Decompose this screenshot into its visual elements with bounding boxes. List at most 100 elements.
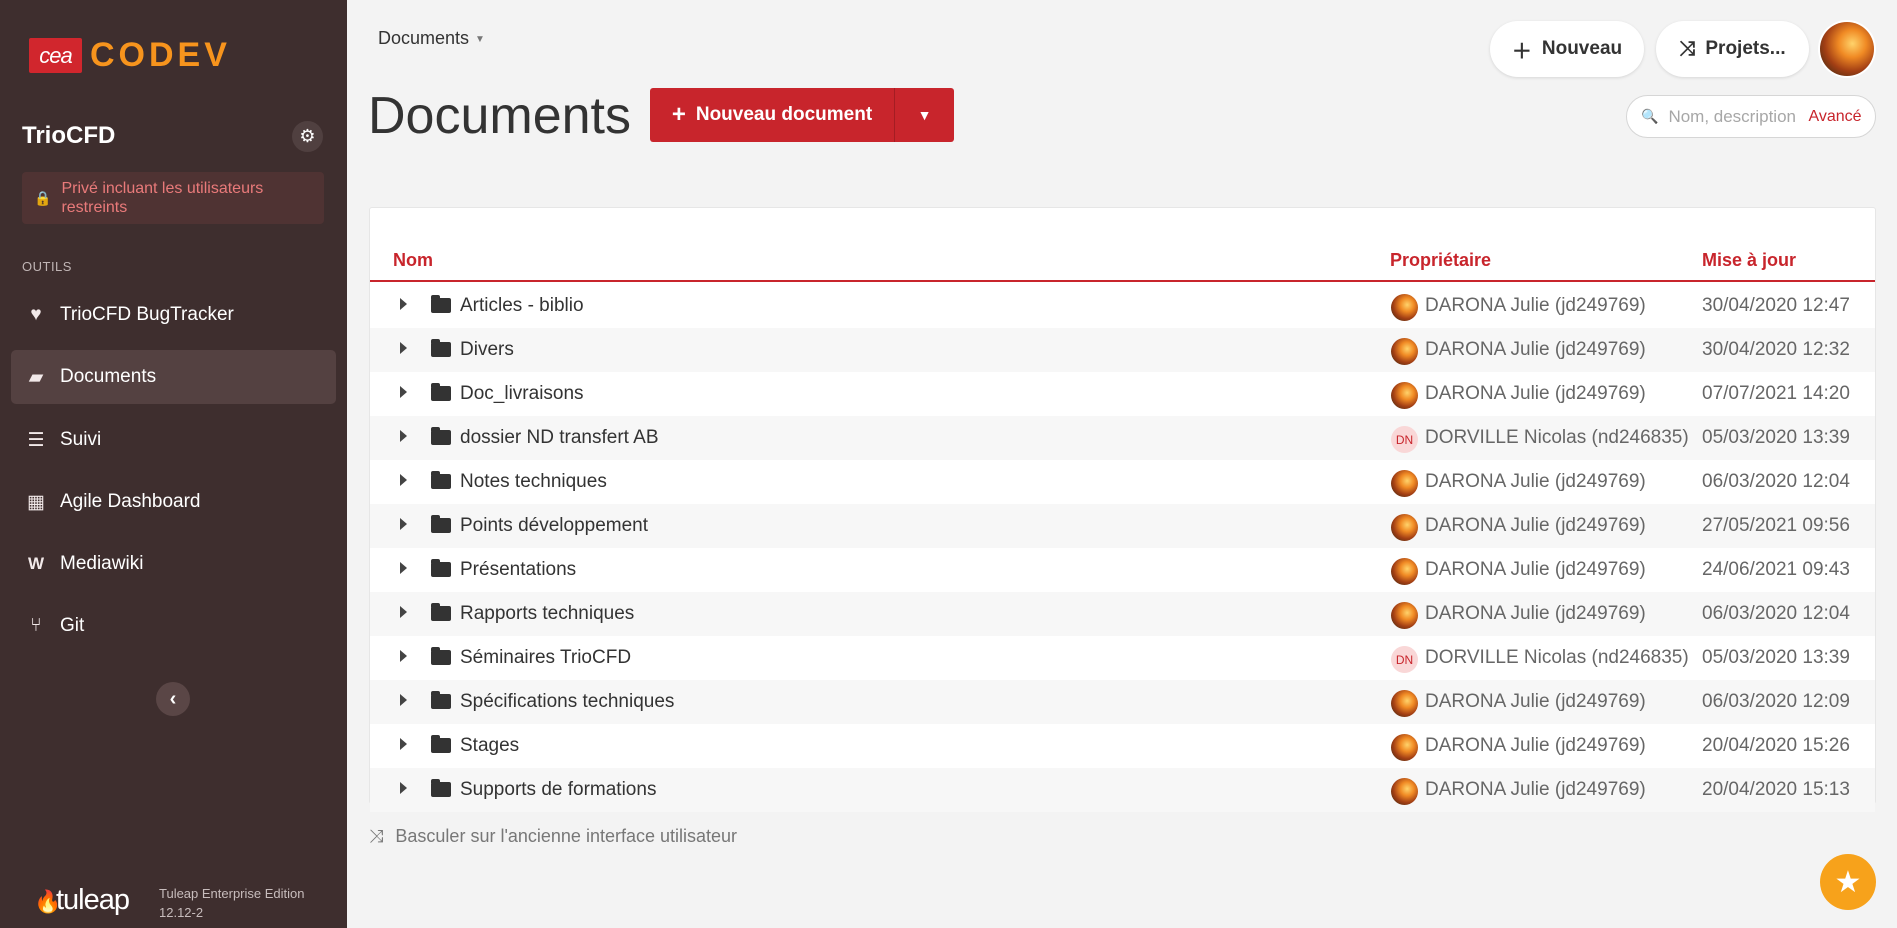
table-row[interactable]: Doc_livraisons DARONA Julie (jd249769) 07/… [370, 372, 1875, 416]
folder-name[interactable]: dossier ND transfert AB [460, 427, 659, 449]
table-row[interactable]: Notes techniques DARONA Julie (jd249769) 0… [370, 460, 1875, 504]
table-row[interactable]: Points développement DARONA Julie (jd2497… [370, 504, 1875, 548]
table-header: Nom Propriétaire Mise à jour [370, 242, 1875, 282]
owner-name[interactable]: DARONA Julie (jd249769) [1425, 295, 1646, 317]
breadcrumb[interactable]: Documents ▼ [378, 28, 485, 49]
expand-caret-right-icon[interactable] [400, 386, 407, 398]
folder-name[interactable]: Rapports techniques [460, 603, 634, 625]
folder-icon [431, 779, 451, 797]
expand-caret-right-icon[interactable] [400, 298, 407, 310]
expand-caret-right-icon[interactable] [400, 782, 407, 794]
owner-name[interactable]: DARONA Julie (jd249769) [1425, 471, 1646, 493]
owner-avatar [1391, 734, 1418, 761]
folder-icon [431, 339, 451, 357]
expand-caret-right-icon[interactable] [400, 342, 407, 354]
heartbeat-icon: ♥ [30, 304, 42, 325]
table-row[interactable]: Divers DARONA Julie (jd249769) 30/04/2020 … [370, 328, 1875, 372]
folder-icon [431, 515, 451, 533]
tuleap-logo[interactable]: 🔥 tuleap [34, 884, 130, 917]
owner-name[interactable]: DARONA Julie (jd249769) [1425, 735, 1646, 757]
git-icon: ⑂ [30, 615, 42, 636]
plus-icon: + [671, 101, 686, 128]
project-settings-gear-icon[interactable]: ⚙ [292, 121, 323, 152]
search-box: 🔍 Avancé [1626, 95, 1876, 138]
folder-name[interactable]: Divers [460, 339, 514, 361]
owner-name[interactable]: DORVILLE Nicolas (nd246835) [1425, 647, 1689, 669]
updated-date: 06/03/2020 12:04 [1702, 471, 1850, 492]
expand-caret-right-icon[interactable] [400, 650, 407, 662]
owner-avatar [1391, 558, 1418, 585]
breadcrumb-documents[interactable]: Documents [378, 28, 469, 48]
sidebar-item-agile-dashboard[interactable]: ▦ Agile Dashboard [11, 475, 336, 529]
collapse-sidebar-chevron-left-icon[interactable]: ‹ [156, 682, 190, 716]
expand-caret-right-icon[interactable] [400, 562, 407, 574]
expand-caret-right-icon[interactable] [400, 474, 407, 486]
folder-open-icon: ▰ [28, 366, 44, 388]
folder-name[interactable]: Points développement [460, 515, 648, 537]
search-icon: 🔍 [1641, 108, 1659, 124]
search-input[interactable] [1668, 106, 1809, 127]
expand-caret-right-icon[interactable] [400, 694, 407, 706]
folder-name[interactable]: Séminaires TrioCFD [460, 647, 631, 669]
owner-avatar [1391, 602, 1418, 629]
updated-date: 20/04/2020 15:13 [1702, 779, 1850, 800]
folder-name[interactable]: Doc_livraisons [460, 383, 584, 405]
updated-date: 05/03/2020 13:39 [1702, 427, 1850, 448]
projects-button[interactable]: ⤨ Projets... [1656, 21, 1809, 77]
folder-name[interactable]: Présentations [460, 559, 576, 581]
sidebar-item-mediawiki[interactable]: W Mediawiki [11, 537, 336, 591]
plus-icon: ＋ [1511, 40, 1532, 63]
new-document-button[interactable]: + Nouveau document [650, 88, 894, 142]
sidebar-item-bugtracker[interactable]: ♥ TrioCFD BugTracker [11, 288, 336, 342]
updated-date: 07/07/2021 14:20 [1702, 383, 1850, 404]
updated-date: 30/04/2020 12:32 [1702, 339, 1850, 360]
sidebar-item-documents[interactable]: ▰ Documents [11, 350, 336, 404]
expand-caret-right-icon[interactable] [400, 430, 407, 442]
sidebar-item-suivi[interactable]: ☰ Suivi [11, 413, 336, 467]
folder-name[interactable]: Articles - biblio [460, 295, 584, 317]
switch-old-ui-link[interactable]: ⤨ Basculer sur l'ancienne interface util… [369, 826, 737, 847]
table-row[interactable]: Supports de formations DARONA Julie (jd24… [370, 768, 1875, 812]
project-name[interactable]: TrioCFD [22, 122, 115, 150]
owner-name[interactable]: DARONA Julie (jd249769) [1425, 339, 1646, 361]
owner-name[interactable]: DARONA Julie (jd249769) [1425, 383, 1646, 405]
privacy-label: Privé incluant les utilisateurs restrein… [61, 180, 264, 216]
page-title: Documents [368, 87, 631, 145]
owner-name[interactable]: DARONA Julie (jd249769) [1425, 515, 1646, 537]
owner-name[interactable]: DARONA Julie (jd249769) [1425, 559, 1646, 581]
sidebar: cea CODEV TrioCFD ⚙ 🔒 Privé incluant les… [0, 0, 347, 928]
star-icon[interactable]: ★ [1820, 854, 1876, 910]
table-icon: ▦ [27, 491, 45, 513]
table-row[interactable]: Présentations DARONA Julie (jd249769) 24/0… [370, 548, 1875, 592]
new-document-dropdown-chevron-down-icon[interactable]: ▼ [894, 88, 954, 142]
sidebar-item-label: TrioCFD BugTracker [60, 304, 234, 325]
sidebar-item-git[interactable]: ⑂ Git [11, 599, 336, 653]
owner-name[interactable]: DARONA Julie (jd249769) [1425, 603, 1646, 625]
table-row[interactable]: Séminaires TrioCFD DN DORVILLE Nicolas (nd… [370, 636, 1875, 680]
owner-name[interactable]: DARONA Julie (jd249769) [1425, 691, 1646, 713]
sidebar-item-label: Mediawiki [60, 553, 144, 574]
folder-name[interactable]: Stages [460, 735, 519, 757]
folder-name[interactable]: Notes techniques [460, 471, 607, 493]
table-row[interactable]: Stages DARONA Julie (jd249769) 20/04/2020 … [370, 724, 1875, 768]
codev-logo[interactable]: cea CODEV [29, 36, 231, 75]
table-row[interactable]: Articles - biblio DARONA Julie (jd249769)… [370, 284, 1875, 328]
owner-name[interactable]: DARONA Julie (jd249769) [1425, 779, 1646, 801]
folder-icon [431, 559, 451, 577]
table-row[interactable]: dossier ND transfert AB DN DORVILLE Nicola… [370, 416, 1875, 460]
owner-name[interactable]: DORVILLE Nicolas (nd246835) [1425, 427, 1689, 449]
folder-icon [431, 383, 451, 401]
new-button[interactable]: ＋ Nouveau [1490, 21, 1644, 77]
expand-caret-right-icon[interactable] [400, 606, 407, 618]
folder-name[interactable]: Spécifications techniques [460, 691, 674, 713]
table-row[interactable]: Spécifications techniques DARONA Julie (j… [370, 680, 1875, 724]
codev-wordmark: CODEV [90, 36, 231, 74]
tuleap-wordmark: tuleap [56, 884, 130, 916]
table-row[interactable]: Rapports techniques DARONA Julie (jd24976… [370, 592, 1875, 636]
expand-caret-right-icon[interactable] [400, 518, 407, 530]
owner-avatar [1391, 338, 1418, 365]
folder-name[interactable]: Supports de formations [460, 779, 656, 801]
expand-caret-right-icon[interactable] [400, 738, 407, 750]
advanced-search-link[interactable]: Avancé [1808, 108, 1861, 126]
user-avatar[interactable] [1820, 22, 1874, 76]
